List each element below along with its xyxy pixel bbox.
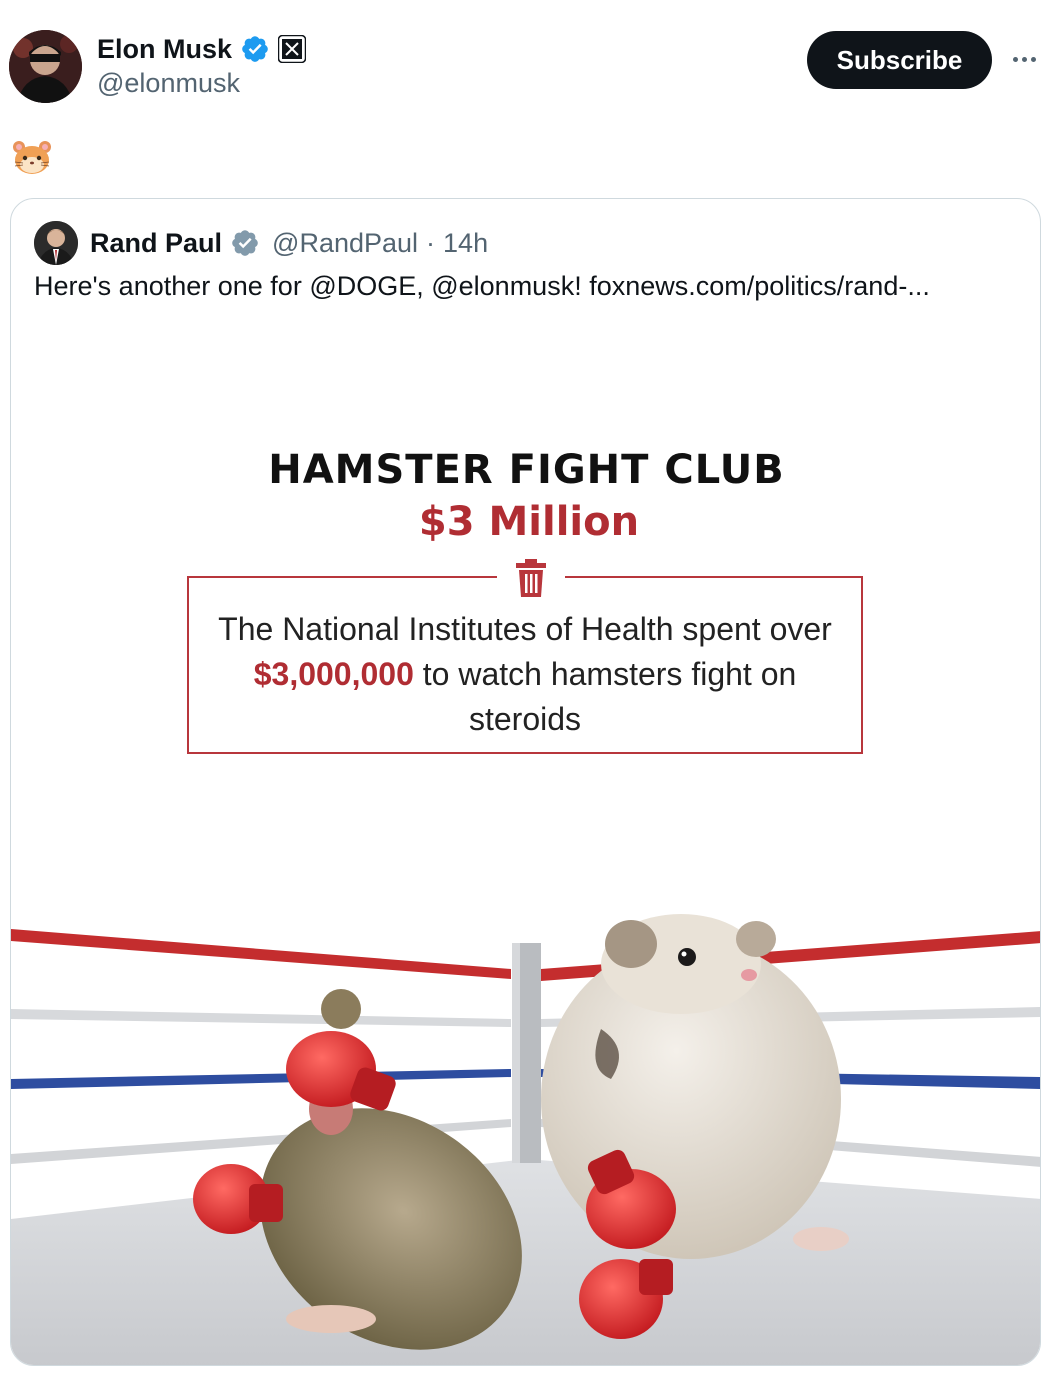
subscribe-button[interactable]: Subscribe	[807, 31, 992, 89]
timestamp-separator: ·	[426, 227, 436, 258]
x-logo-icon	[278, 35, 307, 63]
media-body-amount: $3,000,000	[253, 656, 414, 692]
media-body-prefix: The National Institutes of Health spent …	[218, 611, 832, 647]
media-body-suffix: to watch hamsters fight on steroids	[413, 656, 797, 737]
more-horizontal-icon[interactable]	[1006, 44, 1042, 74]
author-avatar[interactable]	[9, 30, 82, 103]
quoted-post[interactable]: Rand Paul @RandPaul · 14h Here's another…	[10, 198, 1041, 1366]
trash-can-icon	[516, 559, 546, 597]
verified-badge-icon	[242, 36, 268, 62]
media-body-text: The National Institutes of Health spent …	[197, 607, 853, 742]
verified-badge-gray-icon	[232, 230, 258, 256]
hamster-face-emoji	[12, 137, 52, 177]
quoted-post-media[interactable]: HAMSTER FIGHT CLUB $3 Million The Nation…	[11, 319, 1040, 1365]
post-header: Elon Musk @elonmusk Subscribe	[0, 0, 1064, 120]
quoted-author-avatar[interactable]	[34, 221, 78, 265]
boxing-ring-illustration	[11, 914, 1040, 1365]
author-display-name[interactable]: Elon Musk	[97, 34, 232, 65]
quoted-post-header: Rand Paul @RandPaul · 14h	[34, 221, 488, 265]
media-amount: $3 Million	[418, 499, 640, 545]
media-title: HAMSTER FIGHT CLUB	[268, 447, 785, 493]
quoted-author-handle[interactable]: @RandPaul	[272, 228, 418, 259]
author-name-row: Elon Musk	[97, 32, 307, 66]
quoted-post-timestamp[interactable]: 14h	[443, 228, 488, 259]
quoted-post-text: Here's another one for @DOGE, @elonmusk!…	[34, 271, 930, 301]
author-handle[interactable]: @elonmusk	[97, 68, 240, 99]
quoted-author-display-name[interactable]: Rand Paul	[90, 228, 222, 259]
